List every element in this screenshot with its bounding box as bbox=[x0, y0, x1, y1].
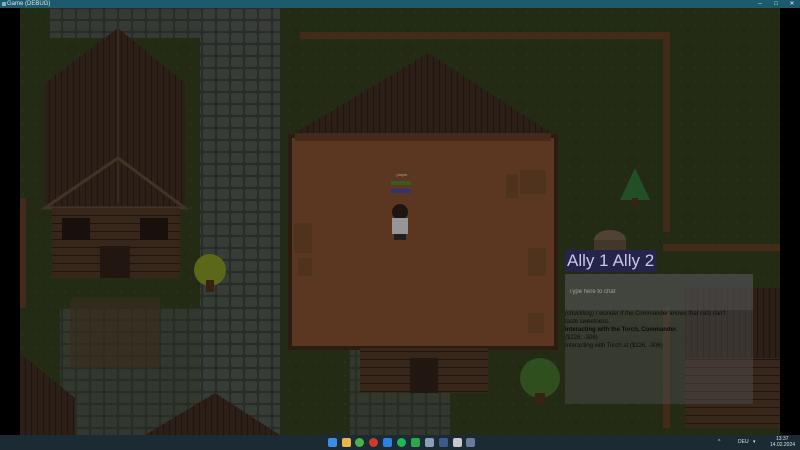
chat-message: Interacting with the Torch, Commander. bbox=[565, 327, 678, 333]
chrome-icon[interactable] bbox=[355, 438, 364, 447]
close-icon[interactable]: ✕ bbox=[786, 0, 798, 8]
minimize-icon[interactable]: – bbox=[754, 0, 766, 8]
tray-date[interactable]: 14.02.2024 bbox=[770, 443, 795, 448]
file-explorer-icon[interactable] bbox=[342, 438, 351, 447]
maximize-icon[interactable]: □ bbox=[770, 0, 782, 8]
window-titlebar[interactable]: Game (DEBUG) – □ ✕ bbox=[0, 0, 800, 8]
chat-message: ($226, -306) bbox=[565, 335, 598, 341]
edge-icon[interactable] bbox=[383, 438, 392, 447]
wifi-icon[interactable]: ▾ bbox=[753, 440, 756, 445]
app-icon bbox=[2, 2, 6, 6]
chat-log: (chuckling) I wonder if the Commander kn… bbox=[565, 310, 751, 350]
chat-tab-ally-2[interactable]: Ally 2 bbox=[611, 251, 657, 271]
whatsapp-icon[interactable] bbox=[411, 438, 420, 447]
os-taskbar: ^ DEU ▾ 13:37 14.02.2024 bbox=[0, 435, 800, 450]
tray-language[interactable]: DEU bbox=[738, 440, 749, 445]
chat-input[interactable] bbox=[565, 274, 753, 310]
chat-tab-ally-1[interactable]: Ally 1 bbox=[565, 251, 611, 271]
letterbox-right bbox=[780, 8, 800, 435]
spotify-icon[interactable] bbox=[397, 438, 406, 447]
chat-message: Interacting with Torch at ($226, -306) bbox=[565, 343, 663, 349]
window-title: Game (DEBUG) bbox=[7, 1, 51, 7]
windows-start-icon[interactable] bbox=[328, 438, 337, 447]
chat-message: taste sweetness. bbox=[565, 319, 610, 325]
opera-icon[interactable] bbox=[369, 438, 378, 447]
tray-chevron-icon[interactable]: ^ bbox=[718, 440, 720, 445]
settings-icon[interactable] bbox=[425, 438, 434, 447]
unity-icon[interactable] bbox=[453, 438, 462, 447]
steam-icon[interactable] bbox=[439, 438, 448, 447]
chat-tabs: Ally 1 Ally 2 bbox=[565, 250, 657, 272]
game-icon[interactable] bbox=[466, 438, 475, 447]
letterbox-left bbox=[0, 8, 20, 435]
chat-message: (chuckling) I wonder if the Commander kn… bbox=[565, 311, 726, 317]
